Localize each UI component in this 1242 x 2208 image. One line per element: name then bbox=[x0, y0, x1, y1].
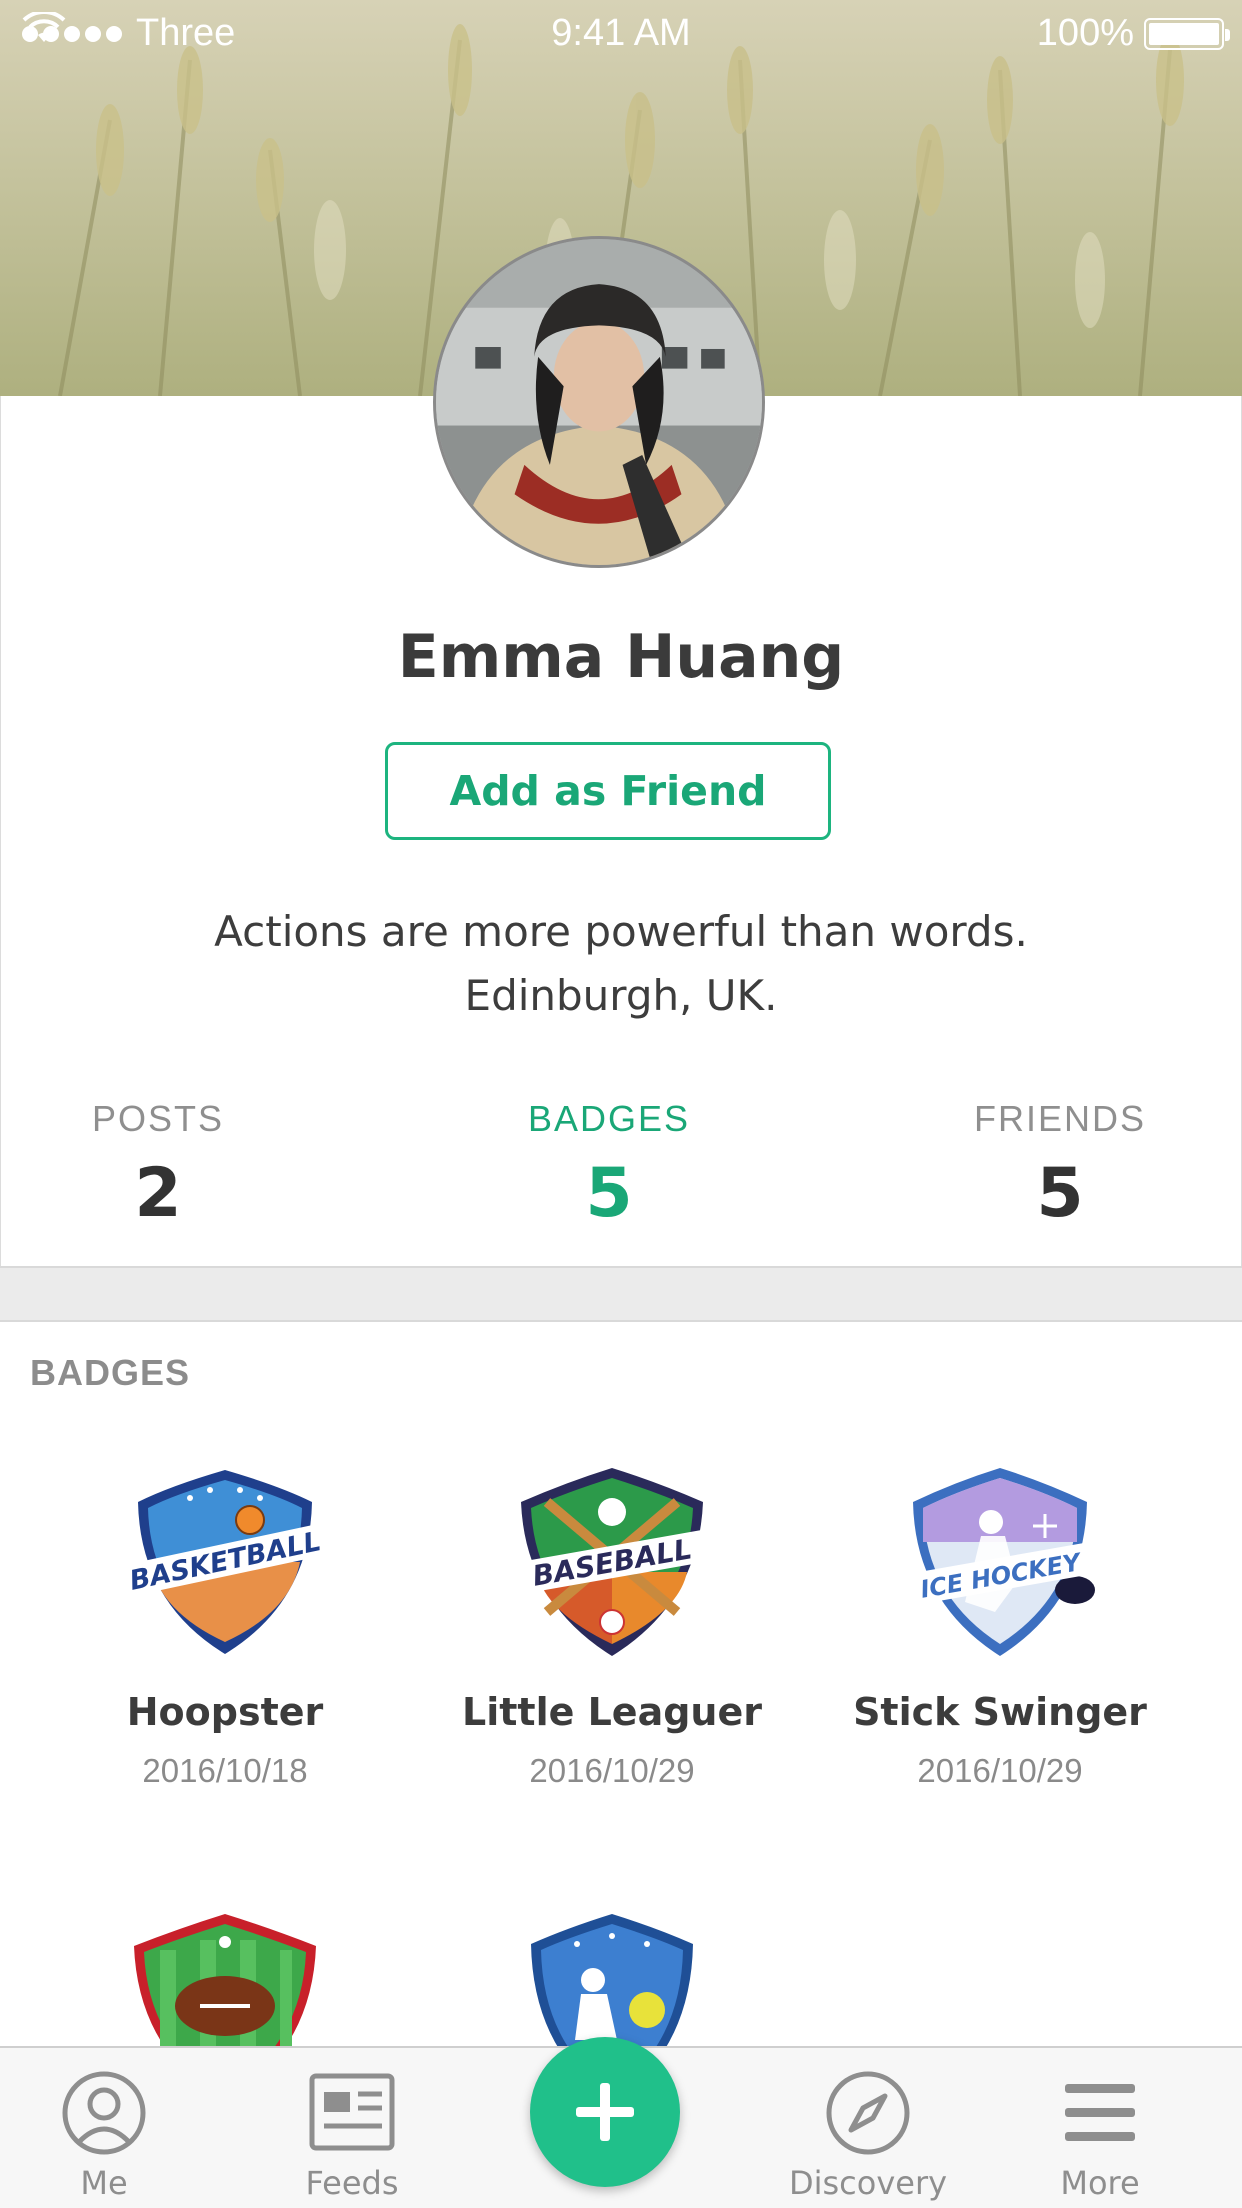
battery-icon bbox=[1144, 17, 1230, 50]
stat-friends-label: FRIENDS bbox=[973, 1098, 1146, 1139]
stat-badges-value: 5 bbox=[585, 1154, 633, 1233]
tab-more[interactable]: More bbox=[1000, 2070, 1200, 2202]
add-post-button[interactable] bbox=[530, 2037, 680, 2187]
badge-date: 2016/10/29 bbox=[917, 1752, 1083, 1789]
battery-percent: 100% bbox=[1036, 12, 1134, 54]
stat-friends-value: 5 bbox=[1036, 1154, 1084, 1233]
stat-posts-label: POSTS bbox=[91, 1098, 225, 1139]
plus-icon bbox=[576, 2083, 634, 2141]
stat-posts-value: 2 bbox=[134, 1154, 182, 1233]
baseball-badge-icon: BASEBALL bbox=[516, 1468, 717, 1656]
badge-name: Stick Swinger bbox=[853, 1690, 1147, 1734]
section-divider bbox=[0, 1266, 1242, 1322]
profile-stats: POSTS 2 BADGES 5 FRIENDS 5 bbox=[0, 1098, 1242, 1258]
tab-me-label: Me bbox=[80, 2164, 128, 2202]
bio-location: Edinburgh, UK. bbox=[464, 971, 778, 1020]
football-badge-icon bbox=[134, 1914, 316, 2052]
badge-item[interactable]: BASKETBALL Hoopster 2016/10/18 bbox=[45, 1462, 405, 1790]
status-bar: Three 9:41 AM 100% bbox=[0, 0, 1242, 66]
tab-feeds[interactable]: Feeds bbox=[252, 2070, 452, 2202]
user-icon bbox=[62, 2071, 146, 2155]
badge-item[interactable]: BASEBALL Little Leaguer 2016/10/29 bbox=[432, 1462, 792, 1790]
stat-posts[interactable]: POSTS 2 bbox=[0, 1098, 318, 1233]
tab-me[interactable]: Me bbox=[4, 2070, 204, 2202]
menu-icon bbox=[1065, 2084, 1135, 2141]
profile-avatar[interactable] bbox=[433, 236, 765, 568]
feeds-icon bbox=[309, 2073, 395, 2151]
basketball-badge-icon: BASKETBALL bbox=[123, 1470, 330, 1654]
tab-more-label: More bbox=[1060, 2164, 1140, 2202]
badge-date: 2016/10/18 bbox=[142, 1752, 308, 1789]
badges-section-title: BADGES bbox=[30, 1352, 191, 1393]
badge-name: Little Leaguer bbox=[462, 1690, 762, 1734]
badge-date: 2016/10/29 bbox=[529, 1752, 695, 1789]
stat-badges[interactable]: BADGES 5 bbox=[449, 1098, 769, 1233]
tab-discovery-label: Discovery bbox=[788, 2164, 948, 2202]
badge-item[interactable] bbox=[45, 1910, 405, 2052]
stat-friends[interactable]: FRIENDS 5 bbox=[900, 1098, 1220, 1233]
badges-section: BADGES BASKETBALL Hoopster 2016/10/18 BA… bbox=[0, 1322, 1242, 2052]
profile-name: Emma Huang bbox=[397, 622, 845, 692]
tennis-badge-icon bbox=[531, 1914, 693, 2052]
profile-bio: Actions are more powerful than words. Ed… bbox=[0, 900, 1242, 1028]
compass-icon bbox=[826, 2071, 910, 2155]
stat-badges-label: BADGES bbox=[527, 1098, 691, 1139]
badge-item[interactable] bbox=[432, 1910, 792, 2052]
badge-item[interactable]: ICE HOCKEY Stick Swinger 2016/10/29 bbox=[820, 1462, 1180, 1790]
ice-hockey-badge-icon: ICE HOCKEY bbox=[904, 1468, 1105, 1656]
tab-feeds-label: Feeds bbox=[305, 2164, 399, 2202]
bio-line: Actions are more powerful than words. bbox=[214, 907, 1028, 956]
avatar-photo bbox=[436, 239, 762, 565]
badge-name: Hoopster bbox=[126, 1690, 324, 1734]
add-friend-button[interactable]: Add as Friend bbox=[385, 742, 831, 840]
tab-discovery[interactable]: Discovery bbox=[768, 2070, 968, 2202]
